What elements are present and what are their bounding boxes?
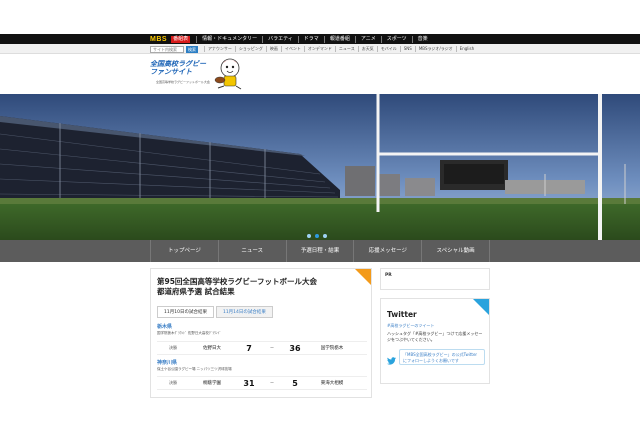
- pr-label: PR: [385, 273, 392, 278]
- main-menu: トップページ ニュース 予選日程・結果 応援メッセージ スペシャル動画: [0, 240, 640, 262]
- stadium-photo: [0, 94, 640, 240]
- mbs-logo[interactable]: MBS: [150, 36, 167, 43]
- team-away: 国学院栃木: [320, 346, 344, 351]
- region-heading: 栃木県: [157, 324, 173, 330]
- hero-banner[interactable]: [0, 94, 640, 240]
- nav-variety[interactable]: バラエティ: [262, 35, 298, 43]
- twitter-title: Twitter: [387, 310, 417, 319]
- page: MBS 番組表 情報・ドキュメンタリー バラエティ ドラマ 報道番組 アニメ ス…: [0, 0, 640, 426]
- sub-nav-shopping[interactable]: ショッピング: [234, 46, 266, 52]
- sub-nav-announcer[interactable]: アナウンサー: [204, 46, 235, 52]
- match-round: 決勝: [169, 380, 177, 385]
- menu-special-video[interactable]: スペシャル動画: [421, 240, 490, 262]
- venue-text: 国学院栃木ｸﾞﾗｳﾝﾄﾞ 佐野日大高校ｸﾞﾗｳﾝﾄﾞ: [157, 331, 222, 335]
- site-logo-subtitle: 全国高等学校ラグビーフットボール大会: [156, 80, 210, 84]
- twitter-follow-link[interactable]: 「MBS全国高校ラグビー」の公式Twitterにフォローしようくお願いです: [399, 349, 485, 365]
- match-row: 決勝 佐野日大 7 ー 36 国学院栃木: [157, 341, 367, 355]
- sub-nav-english[interactable]: English: [455, 46, 477, 52]
- nav-drama[interactable]: ドラマ: [297, 35, 324, 43]
- team-home: 佐野日大: [203, 346, 221, 351]
- slide-indicator: [307, 234, 327, 238]
- menu-news[interactable]: ニュース: [217, 240, 286, 262]
- site-search-input[interactable]: サイト内検索: [150, 45, 184, 53]
- tab-nov-10[interactable]: 11月10日の試合結果: [157, 306, 214, 318]
- program-guide-link[interactable]: 番組表: [171, 35, 191, 43]
- hashtag-tweets-link[interactable]: #高校ラグビーのツイート: [387, 323, 434, 329]
- corner-accent: [355, 269, 371, 285]
- score-separator: ー: [270, 380, 274, 385]
- nav-sports[interactable]: スポーツ: [380, 35, 412, 43]
- sub-nav-radio[interactable]: MBSラジオ/ラジオ: [414, 46, 456, 52]
- nav-music[interactable]: 音楽: [411, 35, 433, 43]
- score-home: 31: [243, 378, 255, 388]
- sub-nav-ondemand[interactable]: オンデマンド: [303, 46, 335, 52]
- nav-news-program[interactable]: 報道番組: [323, 35, 355, 43]
- menu-schedule-results[interactable]: 予選日程・結果: [285, 240, 354, 262]
- match-row: 決勝 桐蔭学園 31 ー 5 東海大相模: [157, 376, 367, 390]
- nav-anime[interactable]: アニメ: [354, 35, 381, 43]
- menu-messages[interactable]: 応援メッセージ: [353, 240, 421, 262]
- score-away: 5: [292, 378, 298, 388]
- twitter-description: ハッシュタグ「#高校ラグビー」つけて応援メッセージをつぶやいてください。: [387, 331, 483, 342]
- slide-dot-1[interactable]: [307, 234, 311, 238]
- results-tabs: 11月10日の試合結果 11月14日の試合結果: [157, 306, 273, 318]
- site-logo[interactable]: 全国高校ラグビー ファンサイト 全国高等学校ラグビーフットボール大会: [150, 56, 242, 90]
- twitter-bird-icon: [387, 357, 396, 365]
- score-home: 7: [246, 343, 252, 353]
- global-nav: MBS 番組表 情報・ドキュメンタリー バラエティ ドラマ 報道番組 アニメ ス…: [0, 34, 640, 44]
- nav-documentary[interactable]: 情報・ドキュメンタリー: [196, 35, 262, 43]
- site-logo-title: 全国高校ラグビー ファンサイト: [150, 60, 206, 76]
- sub-nav-movie[interactable]: 映画: [265, 46, 281, 52]
- corner-accent: [473, 299, 489, 315]
- match-round: 決勝: [169, 345, 177, 350]
- pr-box: PR: [380, 268, 490, 290]
- twitter-box: Twitter #高校ラグビーのツイート ハッシュタグ「#高校ラグビー」つけて応…: [380, 298, 490, 384]
- venue-text: 保土ケ谷公園ラグビー場 ニッパツ三ツ沢球技場: [157, 367, 232, 371]
- menu-top-page[interactable]: トップページ: [150, 240, 218, 262]
- search-button[interactable]: 検索: [186, 45, 198, 53]
- team-away: 東海大相模: [320, 381, 344, 386]
- sub-nav-sns[interactable]: SNS: [399, 46, 415, 52]
- region-heading: 神奈川県: [157, 360, 178, 366]
- sub-nav-event[interactable]: イベント: [280, 46, 304, 52]
- sub-nav-mobile[interactable]: モバイル: [376, 46, 400, 52]
- tab-nov-14[interactable]: 11月14日の試合結果: [215, 306, 273, 318]
- sub-nav-news[interactable]: ニュース: [334, 46, 358, 52]
- mascot-icon: [214, 58, 242, 90]
- slide-dot-3[interactable]: [323, 234, 327, 238]
- results-card: 第95回全国高等学校ラグビーフットボール大会 都道府県予選 試合結果 11月10…: [150, 268, 372, 398]
- sub-nav-weather[interactable]: お天気: [357, 46, 377, 52]
- sub-nav: サイト内検索 検索 アナウンサー ショッピング 映画 イベント オンデマンド ニ…: [0, 44, 640, 54]
- team-home: 桐蔭学園: [203, 381, 221, 386]
- slide-dot-2[interactable]: [315, 234, 319, 238]
- score-separator: ー: [270, 345, 274, 350]
- results-title: 第95回全国高等学校ラグビーフットボール大会 都道府県予選 試合結果: [157, 277, 317, 296]
- score-away: 36: [289, 343, 301, 353]
